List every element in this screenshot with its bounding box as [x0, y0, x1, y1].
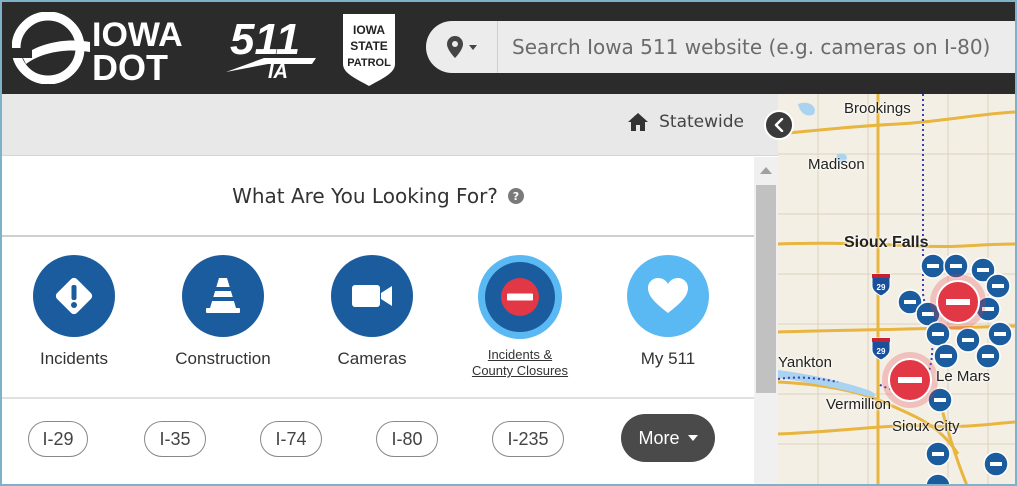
route-pill-i29[interactable]: I-29 — [28, 421, 88, 457]
interstate-shield-number: 29 — [877, 347, 886, 356]
caret-down-icon — [687, 435, 698, 441]
category-label: Incidents & County Closures — [472, 347, 568, 379]
map-label-le-mars: Le Mars — [936, 368, 991, 385]
header-bar: IOWA DOT 511 IA IOWA STATE PATROL — [2, 2, 1015, 94]
category-construction[interactable]: Construction — [148, 255, 298, 367]
map-label-madison: Madison — [808, 156, 865, 173]
patrol-line1: IOWA — [353, 23, 385, 37]
section-heading: What Are You Looking For? ? — [2, 157, 754, 237]
category-incidents-county-closures[interactable]: Incidents & County Closures — [445, 255, 595, 379]
more-label: More — [638, 427, 680, 448]
logo-511-subtext: IA — [268, 61, 288, 82]
chevron-left-icon — [774, 118, 784, 132]
statewide-label: Statewide — [659, 112, 744, 132]
scroll-up-arrow-icon[interactable] — [760, 167, 772, 174]
category-label: Construction — [175, 349, 271, 368]
map-label-vermillion: Vermillion — [826, 396, 892, 413]
chevron-down-icon — [468, 44, 477, 50]
iowa-dot-swoosh-icon: IOWA DOT — [11, 11, 183, 88]
map-label-sioux-city: Sioux City — [892, 418, 960, 435]
help-icon[interactable]: ? — [507, 188, 524, 204]
road-closed-icon — [478, 255, 562, 339]
collapse-panel-button[interactable] — [764, 110, 794, 140]
route-pill-i35[interactable]: I-35 — [144, 421, 206, 457]
panel-content: What Are You Looking For? ? Incidents Co… — [2, 157, 754, 484]
search-bar — [426, 21, 1015, 73]
heart-icon — [627, 255, 709, 337]
statewide-bar: Statewide — [2, 94, 778, 156]
warning-diamond-icon — [33, 255, 115, 337]
question-text: What Are You Looking For? — [232, 184, 498, 208]
panel-scrollbar[interactable] — [754, 157, 778, 484]
iowa-511-mark-icon: 511 IA — [226, 15, 316, 83]
patrol-badge-icon: IOWA STATE PATROL — [343, 14, 395, 86]
category-buttons: Incidents Construction Cameras Incidents… — [2, 249, 754, 399]
iowa-state-patrol-logo[interactable]: IOWA STATE PATROL — [337, 10, 401, 88]
iowa-511-logo[interactable]: 511 IA — [224, 14, 320, 83]
left-panel: Statewide What Are You Looking For? ? In… — [2, 94, 778, 484]
category-label: Incidents — [39, 349, 109, 368]
category-label-line1: Incidents & — [487, 347, 553, 362]
search-input[interactable] — [512, 21, 1015, 73]
category-incidents[interactable]: Incidents — [2, 255, 149, 368]
interstate-shield-icon: 29 — [871, 337, 891, 361]
route-pill-i80[interactable]: I-80 — [376, 421, 438, 457]
statewide-link[interactable]: Statewide — [627, 112, 744, 132]
category-label: Cameras — [337, 349, 407, 368]
more-routes-button[interactable]: More — [621, 414, 715, 462]
category-cameras[interactable]: Cameras — [297, 255, 447, 367]
category-my-511[interactable]: My 511 — [593, 255, 743, 367]
scroll-thumb[interactable] — [756, 185, 776, 393]
interstate-shield-number: 29 — [877, 283, 886, 292]
patrol-line2: STATE — [350, 39, 388, 53]
map-label-sioux-falls: Sioux Falls — [844, 234, 929, 251]
interstate-shield-icon: 29 — [871, 273, 891, 297]
home-icon — [628, 113, 649, 131]
category-label-line2: County Closures — [471, 363, 569, 378]
route-pill-i74[interactable]: I-74 — [260, 421, 322, 457]
traffic-cone-icon — [182, 255, 264, 337]
patrol-line3: PATROL — [347, 57, 391, 69]
logo-511-number: 511 — [230, 15, 300, 64]
location-dropdown-button[interactable] — [426, 21, 498, 73]
camera-icon — [331, 255, 413, 337]
logo-dot-text: DOT — [92, 47, 168, 84]
category-label: My 511 — [640, 349, 696, 368]
map-label-brookings: Brookings — [844, 100, 911, 117]
route-pill-i235[interactable]: I-235 — [492, 421, 564, 457]
route-filters: I-29 I-35 I-74 I-80 I-235 More — [2, 409, 754, 484]
iowa-dot-logo[interactable]: IOWA DOT — [11, 11, 202, 88]
map-label-yankton: Yankton — [778, 354, 832, 371]
app-frame: IOWA DOT 511 IA IOWA STATE PATROL Search… — [0, 0, 1017, 486]
map-view[interactable]: 29 29 Brookings Madison Sioux Falls Yank… — [778, 94, 1015, 484]
map-pin-icon — [446, 36, 463, 58]
